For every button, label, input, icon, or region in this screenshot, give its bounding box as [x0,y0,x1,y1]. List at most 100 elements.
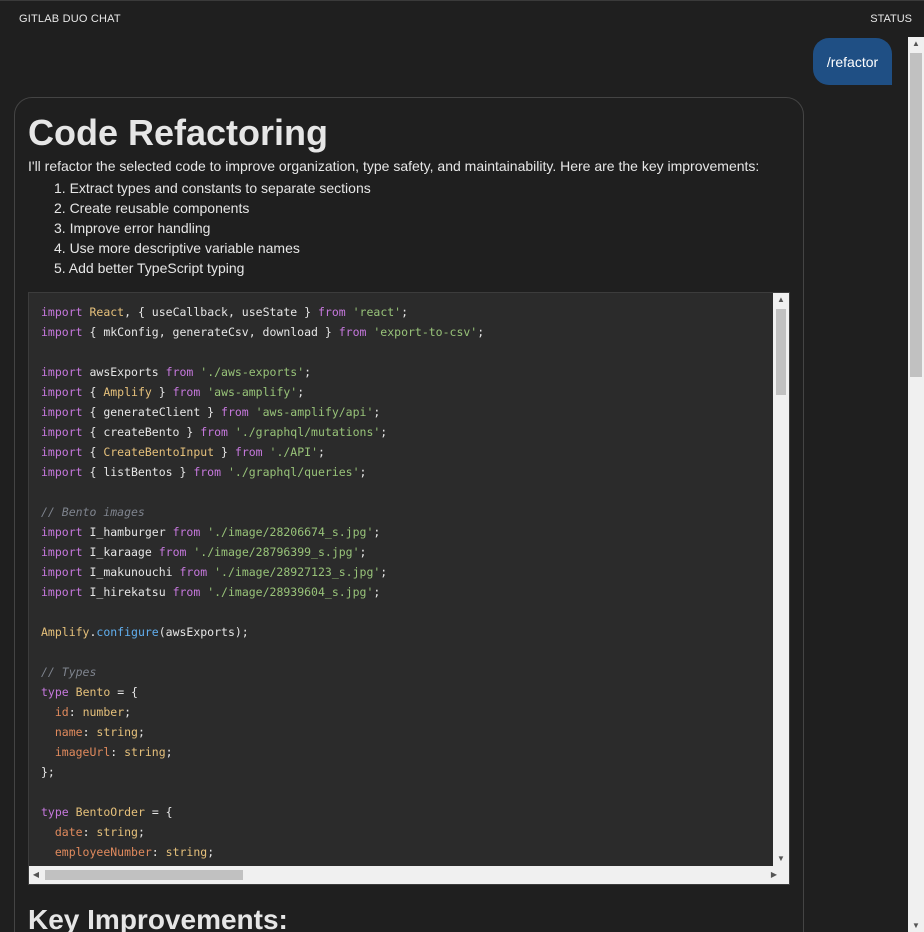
code-token: ; [359,465,367,479]
code-token: import [41,325,83,339]
code-line: import { mkConfig, generateCsv, download… [41,322,771,342]
code-token: ; [373,405,381,419]
code-token: { [82,385,104,399]
page-scroll-down-arrow-icon[interactable]: ▼ [908,919,924,932]
code-token: CreateBentoInput [103,445,215,459]
code-token: string [96,725,138,739]
code-line: name: string; [41,722,771,742]
code-horizontal-scroll-thumb[interactable] [45,870,243,880]
code-token: React [89,305,125,319]
response-intro: I'll refactor the selected code to impro… [28,158,760,174]
scroll-down-arrow-icon[interactable]: ▼ [773,852,789,866]
code-token: = { [110,685,138,699]
code-token: import [41,425,83,439]
code-vertical-scroll-thumb[interactable] [776,309,786,395]
code-block[interactable]: import React, { useCallback, useState } … [28,292,790,885]
code-token: import [41,445,83,459]
code-token: from [193,465,222,479]
status-label[interactable]: STATUS [870,13,912,25]
code-token: Amplify [41,625,90,639]
code-line: // Types [41,662,771,682]
code-vertical-scrollbar[interactable]: ▲ ▼ [773,293,789,866]
code-token: I_hamburger [82,525,173,539]
code-token: , { useCallback, useState } [124,305,318,319]
code-token: ; [380,565,388,579]
code-token: ; [359,545,367,559]
scroll-left-arrow-icon[interactable]: ◀ [29,866,43,884]
code-token: import [41,585,83,599]
code-line: Amplify.configure(awsExports); [41,622,771,642]
code-token: from [172,585,201,599]
code-token: 'export-to-csv' [373,325,478,339]
code-token: ; [124,705,132,719]
code-line: id: number; [41,702,771,722]
improvement-item: 2. Create reusable components [54,200,250,216]
code-token: number [82,705,125,719]
scroll-right-arrow-icon[interactable]: ▶ [767,866,781,884]
assistant-message: Code Refactoring I'll refactor the selec… [14,97,804,932]
code-token: 'react' [352,305,402,319]
code-line: import awsExports from './aws-exports'; [41,362,771,382]
code-token: 'aws-amplify/api' [255,405,374,419]
code-token: import [41,465,83,479]
code-token: import [41,545,83,559]
code-line: import { generateClient } from 'aws-ampl… [41,402,771,422]
page-vertical-scrollbar[interactable]: ▲ ▼ [908,37,924,932]
code-token: (awsExports); [158,625,249,639]
improvement-item: 1. Extract types and constants to separa… [54,180,371,196]
improvements-list: 1. Extract types and constants to separa… [54,178,371,278]
code-horizontal-scrollbar[interactable]: ◀ ▶ [29,866,789,884]
code-token: './graphql/queries' [227,465,360,479]
code-token: from [234,445,263,459]
code-token: { generateClient } [82,405,222,419]
user-message-bubble: /refactor [813,38,892,85]
scroll-up-arrow-icon[interactable]: ▲ [773,293,789,307]
code-token: './graphql/mutations' [234,425,381,439]
code-token: ; [304,365,312,379]
code-token: ; [207,845,215,859]
code-line: import { CreateBentoInput } from './API'… [41,442,771,462]
page-vertical-scroll-thumb[interactable] [910,53,922,377]
page-scroll-up-arrow-icon[interactable]: ▲ [908,37,924,51]
code-token: { createBento } [82,425,201,439]
code-token: ; [373,585,381,599]
code-token: : [110,745,125,759]
code-token: from [338,325,367,339]
code-token: ; [137,825,145,839]
code-token: configure [96,625,159,639]
code-token: './image/28206674_s.jpg' [207,525,374,539]
code-token: ; [318,445,325,459]
code-line: employeeNumber: string; [41,842,771,862]
code-token: ; [401,305,409,319]
code-content[interactable]: import React, { useCallback, useState } … [41,302,771,862]
code-line: date: string; [41,822,771,842]
code-token: = { [144,805,173,819]
code-line: import { Amplify } from 'aws-amplify'; [41,382,771,402]
code-token: string [96,825,138,839]
code-token: ; [477,325,485,339]
code-line: type Bento = { [41,682,771,702]
code-line: import { createBento } from './graphql/m… [41,422,771,442]
code-token: I_hirekatsu [82,585,173,599]
code-token: import [41,385,83,399]
duo-chat-panel: GITLAB DUO CHAT STATUS /refactor Code Re… [0,0,924,932]
code-token: : [68,705,83,719]
code-token: from [165,365,194,379]
code-token: import [41,305,83,319]
code-token: './image/28927123_s.jpg' [214,565,381,579]
code-token: { mkConfig, generateCsv, download } [82,325,339,339]
code-token: type [41,685,69,699]
code-token: : [151,845,166,859]
code-token: name [54,725,83,739]
